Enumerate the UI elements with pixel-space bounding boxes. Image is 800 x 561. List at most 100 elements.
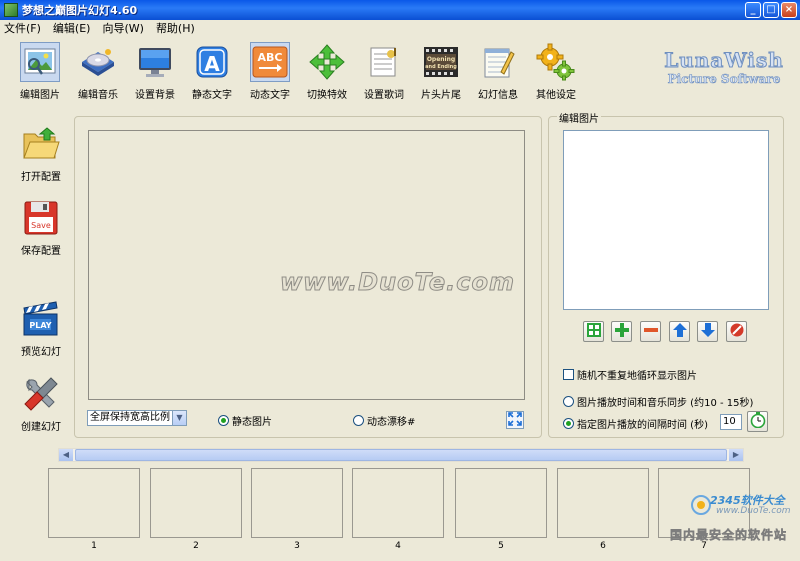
arrow-down-icon (700, 323, 715, 340)
interval-input[interactable]: 10 (720, 414, 742, 430)
thumbnail-number: 3 (294, 541, 300, 551)
thumbnail-slot[interactable] (48, 468, 140, 538)
maximize-button[interactable]: □ (763, 2, 779, 18)
thumbnail-slot[interactable] (455, 468, 547, 538)
play-text: PLAY (29, 321, 51, 330)
radio-dot[interactable] (563, 418, 574, 429)
radio-dynamic-drift[interactable]: 动态漂移# (353, 413, 415, 428)
corner-site: www.DuoTe.com (716, 506, 791, 516)
tool-edit-image[interactable]: 编辑图片 (12, 40, 68, 106)
tools-icon (21, 374, 61, 414)
sidebar-label: 创建幻灯 (21, 422, 61, 433)
aspect-ratio-select[interactable]: 全屏保持宽高比例 ▼ (87, 410, 187, 426)
thumbnail-number: 4 (395, 541, 401, 551)
radio-label: 指定图片播放的间隔时间 (秒) (577, 420, 708, 431)
tool-opening-ending[interactable]: Opening and Ending 片头片尾 (413, 40, 469, 106)
sidebar-label: 预览幻灯 (21, 347, 61, 358)
tool-set-background[interactable]: 设置背景 (127, 40, 183, 106)
radio-dot[interactable] (563, 396, 574, 407)
preview-area (88, 130, 525, 400)
window-title: 梦想之巅图片幻灯4.60 (22, 4, 138, 17)
radio-label: 图片播放时间和音乐同步 (约10 - 15秒) (577, 398, 754, 409)
tool-label: 编辑图片 (20, 90, 60, 101)
site-watermark: www.DuoTe.com (280, 268, 515, 297)
tool-label: 静态文字 (192, 90, 232, 101)
tool-label: 切换特效 (307, 90, 347, 101)
radio-dot[interactable] (353, 415, 364, 426)
tool-edit-music[interactable]: 编辑音乐 (70, 40, 126, 106)
tool-other-settings[interactable]: 其他设定 (528, 40, 584, 106)
monitor-icon (135, 42, 175, 82)
chevron-down-icon[interactable]: ▼ (172, 411, 186, 425)
move-up-button[interactable] (669, 321, 690, 342)
tool-label: 动态文字 (250, 90, 290, 101)
film-text-line1: Opening (427, 56, 455, 63)
move-down-button[interactable] (697, 321, 718, 342)
clock-icon (750, 412, 766, 431)
tool-slideshow-info[interactable]: 幻灯信息 (470, 40, 526, 106)
tool-label: 其他设定 (536, 90, 576, 101)
tool-static-text[interactable]: A 静态文字 (184, 40, 240, 106)
menu-file[interactable]: 文件(F) (4, 20, 41, 36)
open-folder-icon (21, 124, 61, 164)
radio-custom-interval[interactable]: 指定图片播放的间隔时间 (秒) (563, 416, 708, 431)
minimize-button[interactable]: _ (745, 2, 761, 18)
logo-line1: LunaWish (664, 48, 784, 73)
thumbnail-slot[interactable] (251, 468, 343, 538)
brand-logo-icon (691, 495, 711, 515)
arrow-up-icon (672, 323, 687, 340)
thumbnail-scrollbar[interactable]: ◀ ▶ (58, 448, 744, 462)
lunawish-logo: LunaWish Picture Software (662, 48, 786, 90)
checkbox-box[interactable] (563, 369, 574, 380)
clear-list-button[interactable] (726, 321, 747, 342)
no-entry-icon (730, 323, 744, 340)
preview-slideshow-button[interactable]: PLAY 预览幻灯 (14, 299, 68, 358)
save-config-button[interactable]: Save 保存配置 (14, 198, 68, 257)
scroll-right-arrow-icon[interactable]: ▶ (729, 449, 743, 461)
tool-dynamic-text[interactable]: ABC 动态文字 (242, 40, 298, 106)
aspect-ratio-value: 全屏保持宽高比例 (90, 412, 170, 423)
scroll-left-arrow-icon[interactable]: ◀ (59, 449, 73, 461)
plus-icon (614, 323, 629, 340)
gears-icon (536, 42, 576, 82)
menu-help[interactable]: 帮助(H) (156, 20, 195, 36)
select-all-button[interactable] (583, 321, 604, 342)
corner-watermark: 2345软件大全 www.DuoTe.com 国内最安全的软件站 (660, 490, 800, 550)
interval-settings-button[interactable] (747, 411, 768, 432)
random-loop-checkbox[interactable]: 随机不重复地循环显示图片 (563, 367, 697, 382)
add-image-button[interactable] (611, 321, 632, 342)
radio-sync-music[interactable]: 图片播放时间和音乐同步 (约10 - 15秒) (563, 394, 753, 409)
image-list[interactable] (563, 130, 769, 310)
letter-a-icon: A (192, 42, 232, 82)
tool-label: 设置歌词 (364, 90, 404, 101)
create-slideshow-button[interactable]: 创建幻灯 (14, 374, 68, 433)
minus-icon (643, 323, 658, 340)
arrows-transition-icon (307, 42, 347, 82)
save-text: Save (31, 221, 51, 230)
music-cd-icon (78, 42, 118, 82)
menu-wizard[interactable]: 向导(W) (102, 20, 143, 36)
tool-transitions[interactable]: 切换特效 (299, 40, 355, 106)
thumbnail-number: 1 (91, 541, 97, 551)
scroll-thumb[interactable] (75, 449, 727, 461)
radio-dot[interactable] (218, 415, 229, 426)
panel-legend: 编辑图片 (557, 110, 601, 125)
grid-icon (586, 323, 601, 340)
open-config-button[interactable]: 打开配置 (14, 124, 68, 183)
thumbnail-slot[interactable] (557, 468, 649, 538)
fullscreen-button[interactable] (506, 411, 524, 429)
svg-text:A: A (204, 52, 220, 76)
thumbnail-slot[interactable] (150, 468, 242, 538)
lyrics-note-icon (364, 42, 404, 82)
app-icon (4, 3, 18, 17)
tool-set-lyrics[interactable]: 设置歌词 (356, 40, 412, 106)
abc-animated-icon: ABC (250, 42, 290, 82)
thumbnail-slot[interactable] (352, 468, 444, 538)
logo-line2: Picture Software (667, 72, 781, 87)
play-clapper-icon: PLAY (21, 299, 61, 339)
close-button[interactable]: × (781, 2, 797, 18)
remove-image-button[interactable] (640, 321, 661, 342)
save-floppy-icon: Save (21, 198, 61, 238)
radio-static-image[interactable]: 静态图片 (218, 413, 272, 428)
menu-edit[interactable]: 编辑(E) (53, 20, 91, 36)
